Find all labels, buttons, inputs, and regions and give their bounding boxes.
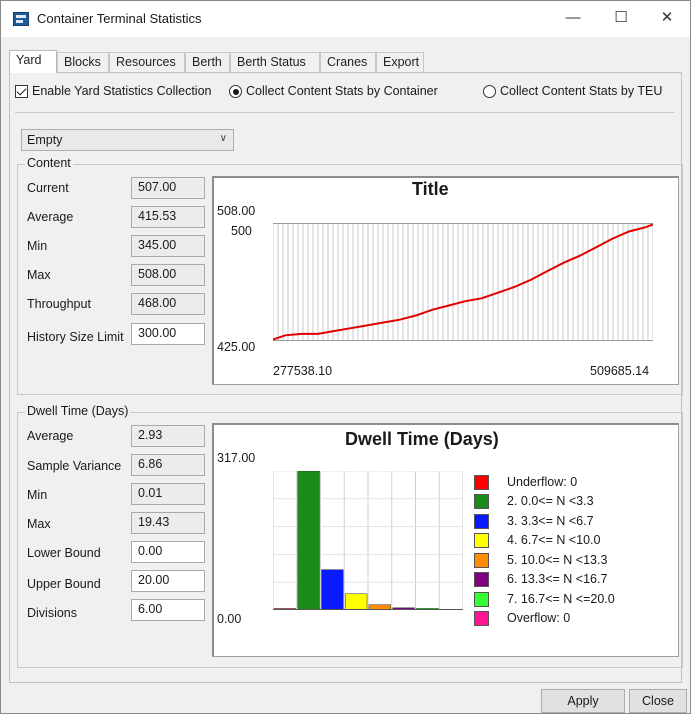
dwell-y-max-label: 317.00 <box>217 451 256 465</box>
current-label: Current <box>27 181 69 195</box>
tab-berth[interactable]: Berth <box>185 52 230 72</box>
maximize-button[interactable]: ☐ <box>598 1 644 37</box>
divisions-input[interactable]: 6.00 <box>131 599 205 621</box>
content-y-min-label: 425.00 <box>217 340 256 354</box>
legend-label-overflow: Overflow: 0 <box>507 611 571 625</box>
upper-bound-input[interactable]: 20.00 <box>131 570 205 592</box>
lower-bound-label: Lower Bound <box>27 546 101 560</box>
throughput-value: 468.00 <box>131 293 205 315</box>
title-bar[interactable]: Container Terminal Statistics — ☐ ✕ <box>1 1 690 37</box>
dwell-histogram <box>273 471 463 610</box>
history-size-label: History Size Limit <box>27 330 124 344</box>
min-label: Min <box>27 239 48 253</box>
chevron-down-icon: ∨ <box>219 133 227 144</box>
dwell-max-label: Max <box>27 517 51 531</box>
legend-label-bin-5: 5. 10.0<= N <13.3 <box>507 553 608 567</box>
dwell-chart-title: Dwell Time (Days) <box>345 429 499 449</box>
max-value: 508.00 <box>131 264 205 286</box>
content-chart-title: Title <box>412 179 449 199</box>
stats-by-teu-radio[interactable] <box>483 85 496 98</box>
app-icon <box>13 12 29 26</box>
legend-swatch-overflow <box>474 611 489 626</box>
current-value: 507.00 <box>131 177 205 199</box>
legend-label-bin-7: 7. 16.7<= N <=20.0 <box>507 592 615 606</box>
dwell-chart: Dwell Time (Days) 317.00 0.00 Underflow:… <box>212 423 679 657</box>
enable-yard-stats-checkbox[interactable] <box>15 85 28 98</box>
legend-label-underflow: Underflow: 0 <box>507 475 578 489</box>
stats-by-container-label[interactable]: Collect Content Stats by Container <box>246 84 438 98</box>
dropdown-value: Empty <box>27 133 63 147</box>
dwell-average-label: Average <box>27 429 74 443</box>
app-window: Container Terminal Statistics — ☐ ✕ Yard… <box>0 0 691 714</box>
legend-swatch-bin-7 <box>474 592 489 607</box>
sample-variance-value: 6.86 <box>131 454 205 476</box>
close-button[interactable]: Close <box>629 689 687 713</box>
dwell-group-title: Dwell Time (Days) <box>25 404 131 418</box>
min-value: 345.00 <box>131 235 205 257</box>
sample-variance-label: Sample Variance <box>27 459 122 473</box>
tab-blocks[interactable]: Blocks <box>57 52 109 72</box>
dwell-average-value: 2.93 <box>131 425 205 447</box>
hist-bar <box>345 593 368 610</box>
dwell-min-label: Min <box>27 488 48 502</box>
legend-label-bin-2: 2. 0.0<= N <3.3 <box>507 494 594 508</box>
content-x-max-label: 509685.14 <box>590 364 650 378</box>
legend-swatch-bin-4 <box>474 533 489 548</box>
legend-label-bin-3: 3. 3.3<= N <6.7 <box>507 514 594 528</box>
hist-bar <box>321 569 344 610</box>
legend-swatch-bin-6 <box>474 572 489 587</box>
stats-by-container-radio[interactable] <box>229 85 242 98</box>
tab-cranes[interactable]: Cranes <box>320 52 376 72</box>
dwell-max-value: 19.43 <box>131 512 205 534</box>
minimize-button[interactable]: — <box>550 1 596 37</box>
content-line-plot <box>273 223 653 341</box>
divisions-label: Divisions <box>27 606 78 620</box>
legend-label-bin-6: 6. 13.3<= N <16.7 <box>507 572 608 586</box>
content-type-dropdown[interactable]: Empty ∨ <box>21 129 234 151</box>
legend-swatch-underflow <box>474 475 489 490</box>
enable-yard-stats-label[interactable]: Enable Yard Statistics Collection <box>32 84 212 98</box>
legend-swatch-bin-5 <box>474 553 489 568</box>
collection-options: Enable Yard Statistics Collection Collec… <box>15 84 675 102</box>
lower-bound-input[interactable]: 0.00 <box>131 541 205 563</box>
tab-export[interactable]: Export <box>376 52 424 72</box>
dwell-min-value: 0.01 <box>131 483 205 505</box>
dwell-y-min-label: 0.00 <box>217 612 242 626</box>
max-label: Max <box>27 268 51 282</box>
window-title: Container Terminal Statistics <box>37 11 202 26</box>
tab-berth-status[interactable]: Berth Status <box>230 52 320 72</box>
hist-bar <box>297 471 320 610</box>
legend-swatch-bin-3 <box>474 514 489 529</box>
content-x-min-label: 277538.10 <box>273 364 333 378</box>
legend-swatch-bin-2 <box>474 494 489 509</box>
separator <box>15 112 674 113</box>
legend-label-bin-4: 4. 6.7<= N <10.0 <box>507 533 601 547</box>
apply-button[interactable]: Apply <box>541 689 625 713</box>
close-window-button[interactable]: ✕ <box>644 1 690 37</box>
history-size-input[interactable]: 300.00 <box>131 323 205 345</box>
content-y-mid-label: 500 <box>231 224 252 238</box>
tab-resources[interactable]: Resources <box>109 52 185 72</box>
average-value: 415.53 <box>131 206 205 228</box>
content-group-title: Content <box>25 156 73 170</box>
bottom-button-bar: Apply Close <box>1 689 690 713</box>
upper-bound-label: Upper Bound <box>27 577 101 591</box>
stats-by-teu-label[interactable]: Collect Content Stats by TEU <box>500 84 662 98</box>
average-label: Average <box>27 210 74 224</box>
tab-yard[interactable]: Yard <box>9 50 57 73</box>
throughput-label: Throughput <box>27 297 91 311</box>
content-chart: Title 508.00 500 425.00 277538.10 509685… <box>212 176 679 385</box>
content-y-max-label: 508.00 <box>217 204 256 218</box>
